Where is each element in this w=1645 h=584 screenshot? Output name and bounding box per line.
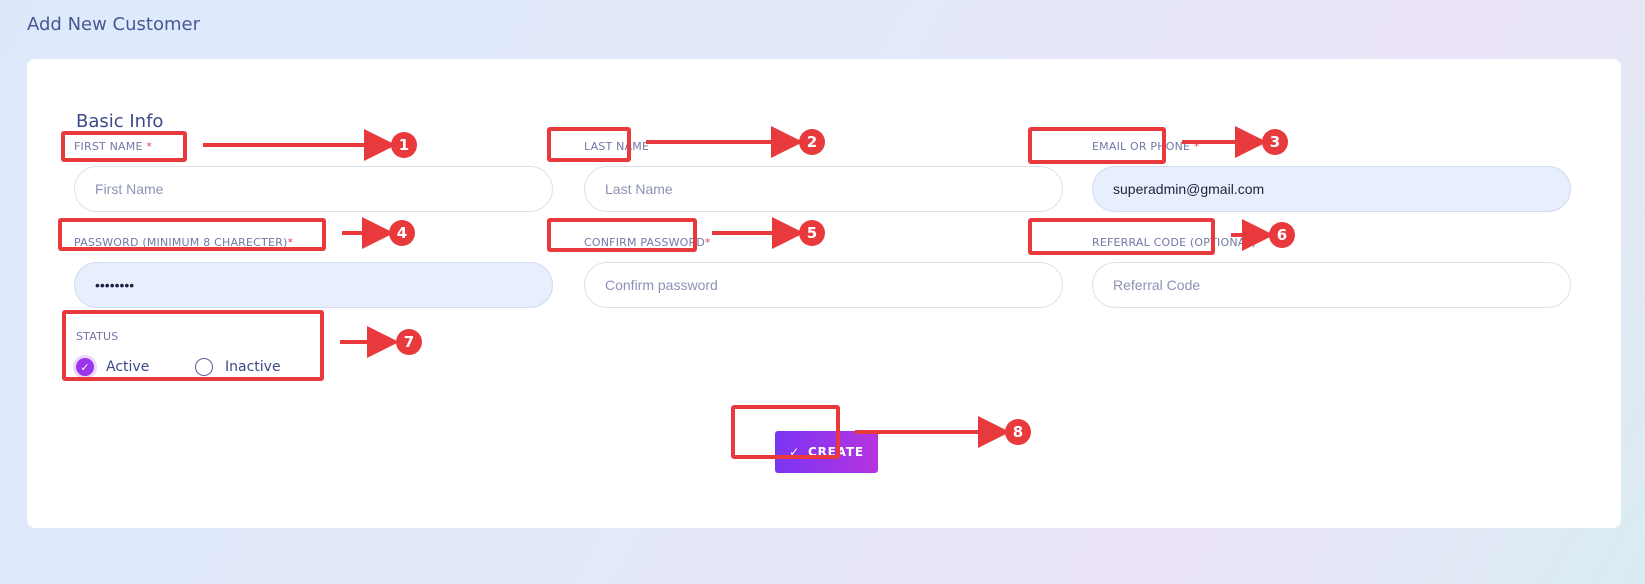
confirm-password-label: CONFIRM PASSWORD* xyxy=(584,236,711,249)
status-option-inactive[interactable]: Inactive xyxy=(195,358,281,376)
confirm-password-input[interactable] xyxy=(584,262,1063,308)
status-option-label: Active xyxy=(106,359,150,375)
create-button[interactable]: ✓ CREATE xyxy=(775,431,878,473)
referral-code-label: REFERRAL CODE (OPTIONAL) xyxy=(1092,236,1257,249)
status-option-active[interactable]: ✓ Active xyxy=(76,358,149,376)
section-title-basic-info: Basic Info xyxy=(76,111,164,132)
password-label: PASSWORD (MINIMUM 8 CHARECTER)* xyxy=(74,236,294,249)
email-or-phone-label: EMAIL OR PHONE * xyxy=(1092,140,1200,153)
annotation-badge-2: 2 xyxy=(799,129,825,155)
required-mark: * xyxy=(705,236,711,249)
referral-code-input[interactable] xyxy=(1092,262,1571,308)
check-icon: ✓ xyxy=(789,445,801,459)
email-or-phone-input[interactable] xyxy=(1092,166,1571,212)
last-name-label: LAST NAME xyxy=(584,140,650,153)
last-name-input[interactable] xyxy=(584,166,1063,212)
password-input[interactable] xyxy=(74,262,553,308)
status-radio-group: STATUS ✓ Active Inactive xyxy=(76,330,281,376)
first-name-label: FIRST NAME * xyxy=(74,140,153,153)
required-mark: * xyxy=(287,236,294,249)
customer-form-card: Basic Info FIRST NAME * LAST NAME EMAIL … xyxy=(27,59,1621,528)
status-option-label: Inactive xyxy=(225,359,281,375)
radio-unchecked-icon[interactable] xyxy=(195,358,213,376)
annotation-badge-1: 1 xyxy=(391,132,417,158)
annotation-badge-7: 7 xyxy=(396,329,422,355)
create-button-label: CREATE xyxy=(808,445,864,459)
required-mark: * xyxy=(1193,140,1200,153)
annotation-badge-4: 4 xyxy=(389,220,415,246)
annotation-badge-8: 8 xyxy=(1005,419,1031,445)
annotation-badge-5: 5 xyxy=(799,220,825,246)
page-title: Add New Customer xyxy=(27,14,200,35)
annotation-badge-6: 6 xyxy=(1269,222,1295,248)
annotation-badge-3: 3 xyxy=(1262,129,1288,155)
radio-checked-icon[interactable]: ✓ xyxy=(76,358,94,376)
required-mark: * xyxy=(146,140,153,153)
first-name-input[interactable] xyxy=(74,166,553,212)
status-label: STATUS xyxy=(76,330,119,343)
